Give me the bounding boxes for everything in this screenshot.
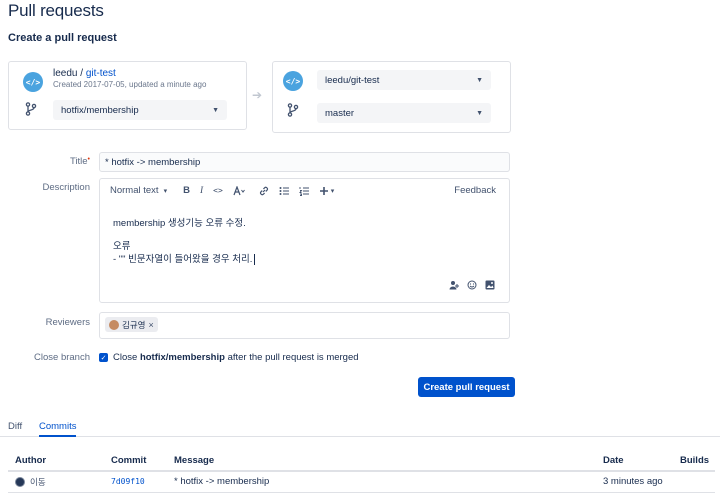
destination-branch-value: master bbox=[325, 107, 355, 119]
destination-repo-select[interactable]: leedu/git-test ▼ bbox=[317, 70, 491, 90]
close-branch-option[interactable]: ✓ Close hotfix/membership after the pull… bbox=[99, 352, 359, 363]
section-title: Create a pull request bbox=[8, 32, 117, 44]
branch-icon bbox=[287, 103, 299, 117]
code-button[interactable]: <> bbox=[213, 186, 223, 195]
text-color-icon bbox=[233, 185, 245, 195]
bullet-list-button[interactable] bbox=[279, 186, 289, 196]
bullet-list-icon bbox=[279, 186, 289, 195]
editor-line: membership 생성기능 오류 수정. bbox=[113, 218, 246, 229]
title-input-value: * hotfix -> membership bbox=[105, 156, 201, 168]
column-header-message: Message bbox=[167, 450, 596, 472]
source-branch-select[interactable]: hotfix/membership ▼ bbox=[53, 100, 227, 120]
close-branch-text: Close hotfix/membership after the pull r… bbox=[113, 352, 359, 363]
arrow-right-icon: ➔ bbox=[252, 88, 263, 102]
source-repo-meta: Created 2017-07-05, updated a minute ago bbox=[53, 80, 207, 89]
column-header-commit: Commit bbox=[104, 450, 167, 472]
description-label: Description bbox=[42, 182, 90, 193]
text-cursor bbox=[254, 254, 256, 265]
source-repo-name: leedu / git-test bbox=[53, 68, 116, 79]
editor-content[interactable]: membership 생성기능 오류 수정. 오류 - "" 빈문자열이 들어왔… bbox=[113, 217, 256, 272]
branch-icon bbox=[25, 102, 37, 116]
text-color-button[interactable] bbox=[233, 185, 245, 196]
close-branch-text-post: after the pull request is merged bbox=[224, 352, 359, 363]
italic-button[interactable]: I bbox=[200, 186, 203, 196]
source-repo-owner: leedu / bbox=[53, 68, 84, 79]
numbered-list-button[interactable] bbox=[298, 186, 309, 196]
avatar bbox=[109, 319, 119, 330]
column-header-builds: Builds bbox=[673, 450, 715, 472]
repo-icon: </> bbox=[283, 71, 303, 91]
column-header-date: Date bbox=[596, 450, 673, 472]
destination-branch-select[interactable]: master ▼ bbox=[317, 103, 491, 123]
close-branch-branch-name: hotfix/membership bbox=[139, 352, 225, 363]
author-cell: 이동 bbox=[8, 471, 104, 493]
link-button[interactable] bbox=[259, 186, 269, 196]
image-icon[interactable] bbox=[485, 280, 495, 290]
reviewer-name: 김규영 bbox=[122, 319, 146, 330]
feedback-link[interactable]: Feedback bbox=[454, 185, 496, 196]
reviewers-label: Reviewers bbox=[45, 317, 90, 328]
close-branch-checkbox[interactable]: ✓ bbox=[99, 353, 108, 362]
title-input[interactable]: * hotfix -> membership bbox=[99, 152, 510, 172]
source-branch-value: hotfix/membership bbox=[61, 104, 139, 116]
numbered-list-icon bbox=[298, 186, 309, 196]
message-cell: * hotfix -> membership bbox=[167, 471, 596, 493]
column-header-author: Author bbox=[8, 450, 104, 472]
bold-button[interactable]: B bbox=[183, 185, 190, 196]
link-icon bbox=[259, 186, 268, 195]
editor-toolbar: Normal text ▾ B I <> ▾ bbox=[110, 185, 334, 196]
editor-line: - "" 빈문자열이 들어왔을 경우 처리. bbox=[113, 253, 256, 266]
title-label: Title• bbox=[0, 156, 90, 167]
page-title: Pull requests bbox=[8, 1, 104, 20]
avatar bbox=[15, 476, 25, 487]
plus-icon bbox=[319, 186, 328, 195]
table-row[interactable]: 이동 7d09f10 * hotfix -> membership 3 minu… bbox=[8, 471, 715, 493]
date-cell: 3 minutes ago bbox=[596, 471, 673, 493]
close-branch-label: Close branch bbox=[34, 352, 90, 363]
commit-hash-link[interactable]: 7d09f10 bbox=[111, 477, 145, 486]
chevron-down-icon: ▾ bbox=[330, 187, 335, 195]
tab-commits[interactable]: Commits bbox=[39, 421, 77, 437]
editor-line-text: - "" 빈문자열이 들어왔을 경우 처리. bbox=[113, 254, 253, 265]
author-name: 이동 bbox=[30, 476, 46, 487]
chevron-down-icon: ▼ bbox=[476, 109, 483, 117]
tab-bar: Diff Commits bbox=[0, 418, 720, 437]
chevron-down-icon: ▼ bbox=[212, 106, 219, 114]
source-repo-link[interactable]: git-test bbox=[86, 68, 116, 79]
source-repo-panel: </> leedu / git-test Created 2017-07-05,… bbox=[8, 61, 247, 130]
destination-repo-value: leedu/git-test bbox=[325, 74, 380, 86]
table-header-row: Author Commit Message Date Builds bbox=[8, 450, 715, 472]
emoji-icon[interactable] bbox=[467, 280, 477, 290]
chevron-down-icon: ▾ bbox=[163, 187, 168, 195]
commits-table: Author Commit Message Date Builds 이동 7d0… bbox=[8, 450, 715, 493]
required-indicator: • bbox=[87, 156, 90, 163]
destination-repo-panel: </> leedu/git-test ▼ master ▼ bbox=[272, 61, 511, 133]
commit-cell: 7d09f10 bbox=[104, 471, 167, 493]
close-branch-text-pre: Close bbox=[113, 352, 140, 363]
reviewer-chip[interactable]: 김규영 × bbox=[105, 317, 158, 332]
editor-footer bbox=[449, 280, 495, 290]
create-pull-request-button[interactable]: Create pull request bbox=[418, 377, 515, 397]
mention-icon[interactable] bbox=[449, 280, 459, 290]
remove-reviewer-icon[interactable]: × bbox=[148, 320, 153, 330]
description-editor[interactable]: Normal text ▾ B I <> ▾ Feedback membersh… bbox=[99, 178, 510, 303]
repo-icon: </> bbox=[23, 72, 43, 92]
tab-diff[interactable]: Diff bbox=[8, 421, 22, 432]
text-style-label: Normal text bbox=[110, 185, 159, 196]
chevron-down-icon: ▼ bbox=[476, 76, 483, 84]
insert-menu-button[interactable]: ▾ bbox=[319, 186, 335, 196]
builds-cell bbox=[673, 471, 715, 493]
editor-line: 오류 bbox=[113, 241, 131, 252]
text-style-dropdown[interactable]: Normal text ▾ bbox=[110, 185, 167, 196]
title-label-text: Title bbox=[69, 156, 88, 167]
reviewers-input[interactable]: 김규영 × bbox=[99, 312, 510, 339]
